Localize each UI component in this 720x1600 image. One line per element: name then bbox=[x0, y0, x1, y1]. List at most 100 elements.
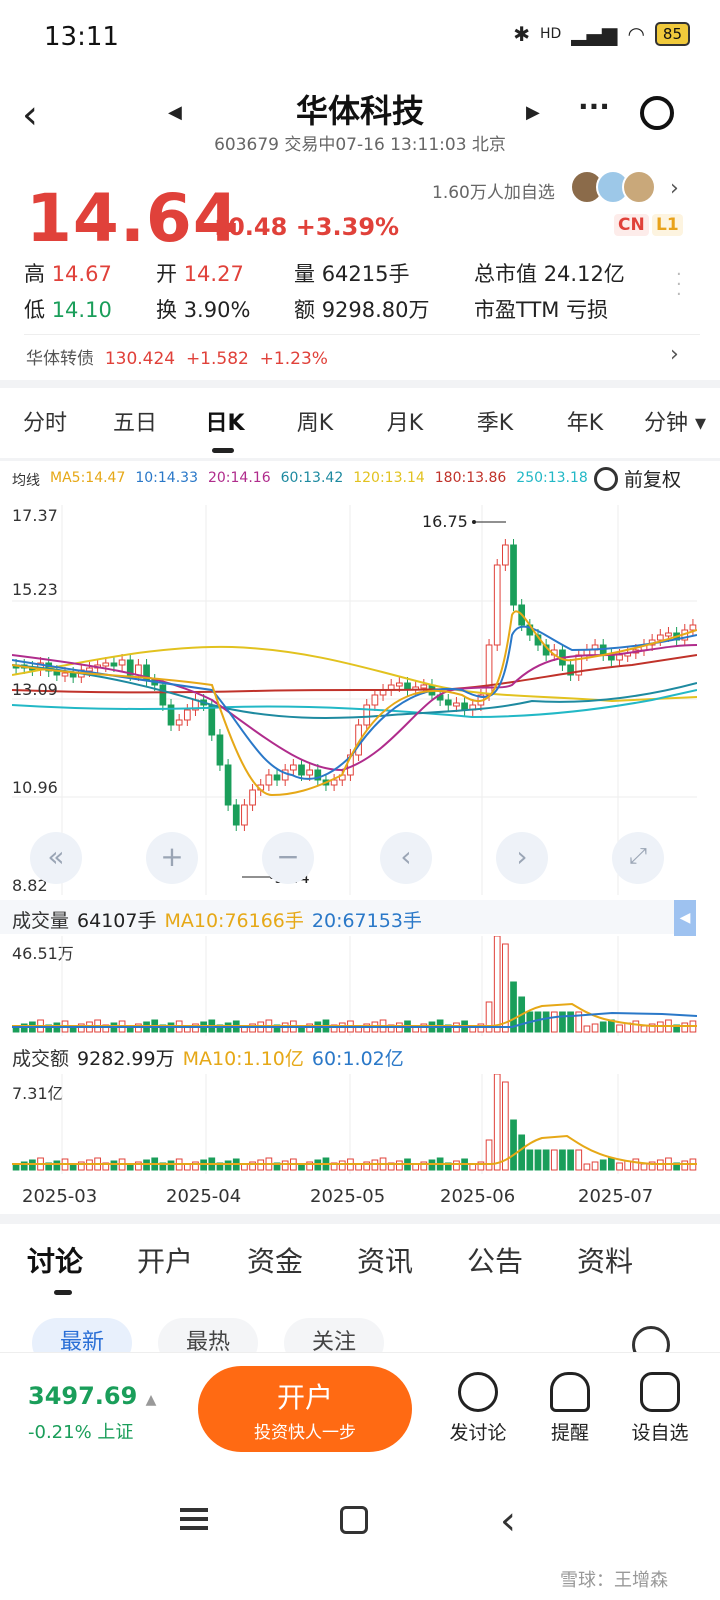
volume-bar bbox=[608, 1157, 615, 1171]
candle bbox=[444, 699, 452, 706]
post-discussion-button[interactable]: 发讨论 bbox=[440, 1372, 516, 1445]
candle bbox=[159, 684, 167, 706]
volume-bar bbox=[510, 981, 517, 1033]
tab-timeshare[interactable]: 分时 bbox=[0, 404, 90, 454]
stat-label: 额 bbox=[294, 298, 315, 322]
watermark: 雪球：王增森 bbox=[560, 1570, 668, 1591]
stock-subtitle: 603679 交易中07-16 13:11:03 北京 bbox=[214, 135, 506, 155]
amount-label: 成交额 bbox=[12, 1048, 70, 1070]
amount-bars bbox=[12, 1074, 697, 1171]
scroll-left-button[interactable]: ‹ bbox=[380, 832, 432, 884]
tab-weekly[interactable]: 周K bbox=[270, 404, 360, 454]
collapse-panel-button[interactable]: ◀ bbox=[674, 900, 696, 936]
index-value[interactable]: 3497.69 ▲ bbox=[28, 1382, 156, 1410]
high-marker: 16.75 bbox=[422, 512, 468, 531]
tab-minute[interactable]: 分钟 ▾ bbox=[630, 404, 720, 454]
stat-value: 14.27 bbox=[183, 262, 244, 286]
volume-bar bbox=[681, 1022, 689, 1033]
volume-bar bbox=[632, 1158, 640, 1171]
clock: 13:11 bbox=[44, 22, 119, 52]
volume-bar bbox=[453, 1160, 460, 1171]
followers-count[interactable]: 1.60万人加自选 bbox=[432, 178, 555, 203]
candle bbox=[510, 544, 517, 606]
stat-value: 14.10 bbox=[51, 298, 112, 322]
content-tabs: 讨论 开户 资金 资讯 公告 资料 bbox=[0, 1240, 720, 1290]
amount-ma10: MA10:1.10亿 bbox=[182, 1048, 304, 1070]
scroll-right-button[interactable]: › bbox=[496, 832, 548, 884]
tab-announcements[interactable]: 公告 bbox=[440, 1240, 550, 1290]
action-label: 提醒 bbox=[550, 1422, 589, 1444]
follower-avatars[interactable] bbox=[570, 170, 656, 204]
signal-icon: HD bbox=[539, 26, 562, 42]
amount-legend: 成交额 9282.99万 MA10:1.10亿 60:1.02亿 bbox=[12, 1044, 404, 1071]
candle bbox=[118, 659, 126, 666]
tab-funds[interactable]: 资金 bbox=[220, 1240, 330, 1290]
candle bbox=[306, 769, 314, 776]
stat-pe: 市盈TTM 亏损 bbox=[474, 294, 608, 324]
stat-label: 开 bbox=[156, 262, 177, 286]
active-tab-indicator bbox=[212, 448, 234, 453]
volume-bar bbox=[616, 1024, 623, 1033]
volume-bar bbox=[550, 1011, 558, 1033]
watchlist-settings-icon bbox=[640, 1372, 680, 1412]
tab-daily[interactable]: 日K bbox=[180, 404, 270, 454]
stock-header: ‹ ◀ 华体科技 ▶ ··· 603679 交易中07-16 13:11:03 … bbox=[0, 78, 720, 158]
convertible-bond[interactable]: 华体转债 130.424 +1.582 +1.23% bbox=[26, 344, 328, 369]
ma180-value: 180:13.86 bbox=[434, 470, 507, 486]
fullscreen-icon[interactable]: ⤢ bbox=[612, 832, 664, 884]
zoom-in-button[interactable]: + bbox=[146, 832, 198, 884]
volume-bar bbox=[338, 1160, 346, 1171]
volume-bar bbox=[591, 1161, 599, 1171]
volume-bar bbox=[534, 1011, 542, 1033]
tab-5day[interactable]: 五日 bbox=[90, 404, 180, 454]
volume-bar bbox=[534, 1149, 542, 1171]
more-stats-icon[interactable]: · · · bbox=[676, 266, 682, 304]
chevron-right-icon[interactable]: › bbox=[670, 342, 679, 367]
menu-nav-icon[interactable] bbox=[180, 1508, 208, 1530]
action-label: 设自选 bbox=[631, 1422, 689, 1444]
tab-discussion[interactable]: 讨论 bbox=[0, 1240, 110, 1290]
zoom-out-button[interactable]: − bbox=[262, 832, 314, 884]
chevron-right-icon[interactable]: › bbox=[670, 176, 679, 201]
ma-label: 均线 bbox=[12, 473, 40, 489]
more-icon[interactable]: ··· bbox=[578, 90, 610, 123]
volume-bar bbox=[493, 936, 501, 1033]
stat-volume: 量 64215手 bbox=[294, 258, 410, 288]
open-account-button[interactable]: 开户 投资快人一步 bbox=[198, 1366, 412, 1452]
home-nav-icon[interactable] bbox=[340, 1506, 368, 1534]
volume-ma10: MA10:76166手 bbox=[164, 910, 304, 932]
divider bbox=[0, 458, 720, 461]
volume-bar bbox=[281, 1160, 289, 1171]
tab-news[interactable]: 资讯 bbox=[330, 1240, 440, 1290]
stat-high: 高 14.67 bbox=[24, 258, 112, 288]
volume-bar bbox=[640, 1025, 648, 1033]
volume-bar bbox=[599, 1159, 607, 1171]
kline-chart[interactable]: 16.75 9.44 bbox=[12, 505, 697, 895]
index-number: 3497.69 bbox=[28, 1382, 138, 1410]
alert-button[interactable]: 提醒 bbox=[532, 1372, 608, 1445]
tab-monthly[interactable]: 月K bbox=[360, 404, 450, 454]
tab-yearly[interactable]: 年K bbox=[540, 404, 630, 454]
add-watchlist-button[interactable]: 设自选 bbox=[622, 1372, 698, 1445]
volume-bar bbox=[640, 1163, 648, 1171]
stat-low: 低 14.10 bbox=[24, 294, 112, 324]
volume-bar bbox=[502, 943, 509, 1033]
stat-amount: 额 9298.80万 bbox=[294, 294, 430, 324]
ma60-value: 60:13.42 bbox=[280, 470, 344, 486]
candle bbox=[216, 734, 224, 766]
tab-quarterly[interactable]: 季K bbox=[450, 404, 540, 454]
candles bbox=[12, 539, 697, 831]
tab-account[interactable]: 开户 bbox=[110, 1240, 220, 1290]
divider bbox=[0, 1214, 720, 1224]
search-icon[interactable] bbox=[640, 96, 674, 130]
divider bbox=[0, 380, 720, 388]
tab-profile[interactable]: 资料 bbox=[550, 1240, 660, 1290]
adjust-toggle[interactable]: 前复权 bbox=[594, 465, 681, 492]
stat-label: 低 bbox=[24, 298, 45, 322]
scroll-start-button[interactable]: « bbox=[30, 832, 82, 884]
volume-bar bbox=[550, 1149, 558, 1171]
back-nav-icon[interactable]: ‹ bbox=[500, 1498, 516, 1544]
stat-value: 14.67 bbox=[51, 262, 112, 286]
page-title: 华体科技 bbox=[295, 92, 424, 130]
next-stock-icon[interactable]: ▶ bbox=[526, 102, 540, 123]
